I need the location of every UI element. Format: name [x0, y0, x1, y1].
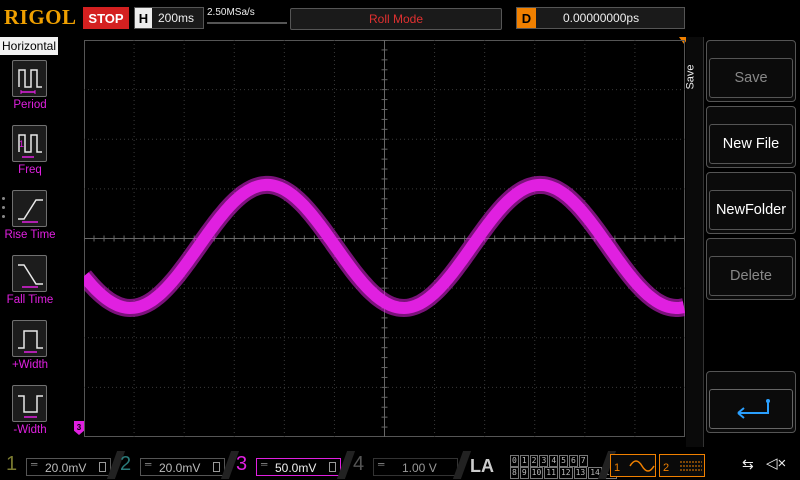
measure-label: +Width	[11, 359, 49, 371]
ch3-scale-box: ═ 50.0mV	[256, 458, 341, 476]
menu-title-tab: Save	[684, 37, 704, 447]
square-wave-icon	[680, 461, 702, 471]
timebase-value: 200ms	[158, 11, 195, 25]
speaker-muted-icon[interactable]: ◁×	[766, 454, 786, 472]
dc-coupling-icon: ═	[378, 459, 385, 469]
measure-period[interactable]: Period	[0, 60, 60, 120]
measure-label: Fall Time	[6, 294, 54, 306]
ch1-scale: 20.0mV	[45, 461, 87, 475]
la-channel: 13	[573, 467, 588, 479]
measurement-panel: Horizontal Period 1 Freq Rise Time Fall …	[0, 37, 60, 447]
ch2-scale-box: ═ 20.0mV	[140, 458, 225, 476]
brand-logo: RIGOL	[4, 5, 77, 29]
save-menu: Save Save New File NewFolder Delete	[684, 37, 800, 447]
new-file-button[interactable]: New File	[706, 106, 796, 168]
la-channel: 2	[529, 455, 539, 467]
measure-neg-width[interactable]: -Width	[0, 385, 60, 445]
scroll-dots	[2, 197, 6, 224]
la-channel: 10	[529, 467, 544, 479]
measure-pos-width[interactable]: +Width	[0, 320, 60, 380]
dc-coupling-icon: ═	[145, 459, 152, 469]
new-folder-button-label: NewFolder	[709, 190, 793, 230]
dc-coupling-icon: ═	[31, 459, 38, 469]
dc-coupling-icon: ═	[261, 459, 268, 469]
measure-fall-time[interactable]: Fall Time	[0, 255, 60, 315]
la-channel: 12	[558, 467, 573, 479]
fall-time-icon	[12, 255, 47, 292]
measure-label: -Width	[13, 424, 47, 436]
freq-icon: 1	[12, 125, 47, 162]
la-channel: 9	[519, 467, 529, 479]
measure-label: Rise Time	[4, 229, 56, 241]
measure-rise-time[interactable]: Rise Time	[0, 190, 60, 250]
ch4-scale-box: ═ 1.00 V	[373, 458, 458, 476]
top-status-bar: RIGOL STOP H 200ms 2.50MSa/s Roll Mode D…	[0, 0, 800, 36]
ch3-scale: 50.0mV	[275, 461, 317, 475]
memory-depth-bar	[207, 22, 287, 24]
la-row-1: 01234567	[510, 455, 618, 467]
channel-status-bar: 1 ═ 20.0mV 2 ═ 20.0mV 3 ═ 50.0mV 4 ═ 1.0…	[0, 451, 800, 480]
delete-button-label: Delete	[709, 256, 793, 296]
back-button[interactable]	[706, 371, 796, 433]
waveform-display[interactable]	[84, 40, 685, 437]
generator-1-status[interactable]: 1	[610, 454, 656, 477]
sample-rate: 2.50MSa/s	[207, 7, 255, 18]
rise-time-icon	[12, 190, 47, 227]
bandwidth-icon	[213, 462, 220, 472]
gen1-number: 1	[614, 462, 621, 474]
horizontal-delay-indicator[interactable]: D 0.00000000ps	[516, 7, 685, 29]
usb-icon: ⇆	[742, 456, 754, 472]
save-button[interactable]: Save	[706, 40, 796, 102]
logic-analyzer-label[interactable]: LA	[470, 456, 494, 477]
la-channel: 11	[544, 467, 558, 479]
new-file-button-label: New File	[709, 124, 793, 164]
run-stop-indicator[interactable]: STOP	[83, 7, 129, 29]
measure-label: Freq	[18, 164, 42, 176]
new-folder-button[interactable]: NewFolder	[706, 172, 796, 234]
neg-width-icon	[12, 385, 47, 422]
timebase-key: H	[135, 8, 152, 28]
ch1-scale-box: ═ 20.0mV	[26, 458, 111, 476]
pos-width-icon	[12, 320, 47, 357]
ch2-number: 2	[120, 453, 132, 475]
menu-title: Save	[684, 64, 697, 90]
measure-freq[interactable]: 1 Freq	[0, 125, 60, 185]
measure-label: Period	[13, 99, 47, 111]
trigger-mode-display[interactable]: Roll Mode	[290, 8, 502, 30]
la-channel: 6	[568, 455, 578, 467]
ch1-number: 1	[6, 453, 18, 475]
ch3-offset-marker[interactable]: 3	[74, 421, 84, 435]
la-channel: 1	[519, 455, 529, 467]
ch4-scale: 1.00 V	[402, 461, 437, 475]
bandwidth-icon	[329, 462, 336, 472]
ch4-number: 4	[353, 453, 365, 475]
svg-text:1: 1	[19, 139, 24, 149]
bandwidth-icon	[99, 462, 106, 472]
gen2-number: 2	[663, 462, 670, 474]
la-channel: 5	[559, 455, 568, 467]
save-button-label: Save	[709, 58, 793, 98]
la-channel: 8	[510, 467, 519, 479]
return-arrow-icon	[737, 399, 770, 419]
timebase-indicator[interactable]: H 200ms	[134, 7, 204, 29]
delay-key: D	[517, 8, 536, 28]
ch3-number: 3	[236, 453, 248, 475]
sine-wave-icon	[629, 460, 655, 472]
la-channel: 7	[578, 455, 588, 467]
ch2-scale: 20.0mV	[159, 461, 201, 475]
delete-button[interactable]: Delete	[706, 238, 796, 300]
delay-value: 0.00000000ps	[563, 11, 640, 25]
period-icon	[12, 60, 47, 97]
la-channel: 4	[549, 455, 559, 467]
la-channel: 3	[539, 455, 549, 467]
generator-2-status[interactable]: 2	[659, 454, 705, 477]
la-channel: 0	[510, 455, 519, 467]
measurement-panel-title: Horizontal	[0, 37, 58, 55]
back-button-frame	[709, 389, 793, 429]
